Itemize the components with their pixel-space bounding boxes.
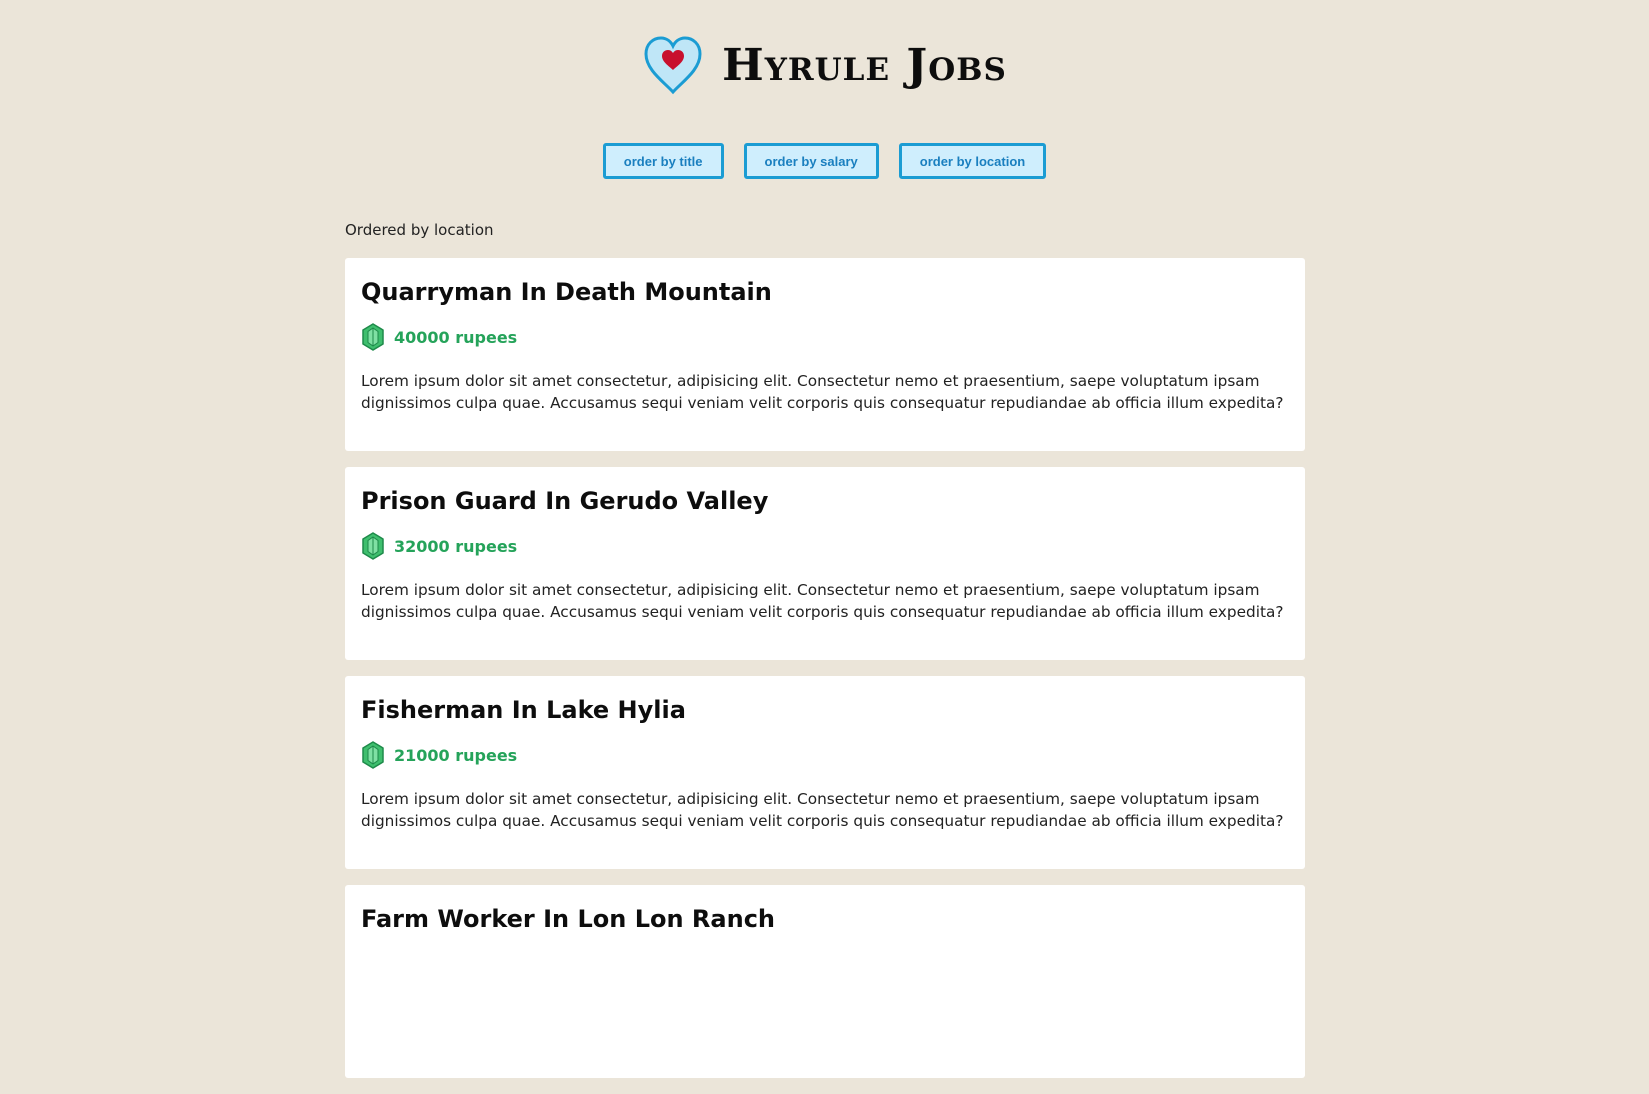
order-by-location-button[interactable]: order by location [898,143,1047,179]
rupee-icon [362,323,384,351]
salary-row: 32000 rupees [361,531,1289,561]
site-header: Hyrule Jobs [0,30,1649,100]
rupee-icon [362,741,384,769]
job-description: Lorem ipsum dolor sit amet consectetur, … [361,581,1284,621]
salary-row: 21000 rupees [361,740,1289,770]
job-card: Prison Guard In Gerudo Valley 32000 rupe… [345,467,1305,660]
salary-value: 21000 rupees [394,745,518,765]
salary-value: 40000 rupees [394,327,518,347]
job-description: Lorem ipsum dolor sit amet consectetur, … [361,372,1284,412]
job-card: Quarryman In Death Mountain 40000 rupees… [345,258,1305,451]
job-list: Quarryman In Death Mountain 40000 rupees… [345,258,1305,1094]
site-title: Hyrule Jobs [722,39,1007,91]
sort-controls: order by title order by salary order by … [0,143,1649,179]
ordered-by-label: Ordered by location [345,221,494,239]
job-card: Fisherman In Lake Hylia 21000 rupees Lor… [345,676,1305,869]
rupee-icon [362,532,384,560]
heart-container-icon [644,36,702,95]
order-by-salary-button[interactable]: order by salary [743,143,879,179]
job-card: Farm Worker In Lon Lon Ranch [345,885,1305,1078]
salary-row: 40000 rupees [361,322,1289,352]
job-title: Fisherman In Lake Hylia [361,696,686,724]
order-by-title-button[interactable]: order by title [602,143,724,179]
salary-value: 32000 rupees [394,536,518,556]
job-description: Lorem ipsum dolor sit amet consectetur, … [361,790,1284,830]
job-title: Quarryman In Death Mountain [361,278,772,306]
job-title: Prison Guard In Gerudo Valley [361,487,769,515]
job-title: Farm Worker In Lon Lon Ranch [361,905,775,933]
